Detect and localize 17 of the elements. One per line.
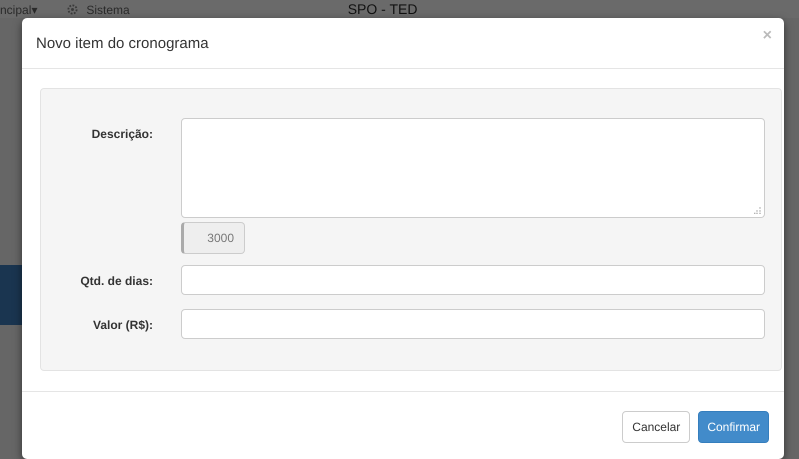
textarea-field[interactable] [181,118,765,218]
input-field[interactable] [181,265,765,295]
confirm-button[interactable]: Confirmar [698,411,769,443]
menu-item[interactable]: ncipal▾ [0,0,38,17]
cancel-button[interactable]: Cancelar [622,411,690,443]
input-field[interactable] [181,309,765,339]
menu-item[interactable]: Sistema [86,0,130,17]
field-label: Valor (R$): [92,317,153,334]
field-label: Descrição: [90,126,153,143]
resize-grip-icon [754,207,761,214]
modal-title: Novo item do cronograma [36,34,209,52]
character-counter: 3000 [181,222,245,254]
sidebar-highlight [0,265,22,325]
gear-icon [67,4,78,15]
page-heading: SPO - TED [348,0,418,16]
field-label: Qtd. de dias: [79,273,153,290]
close-button[interactable]: × [762,27,772,45]
